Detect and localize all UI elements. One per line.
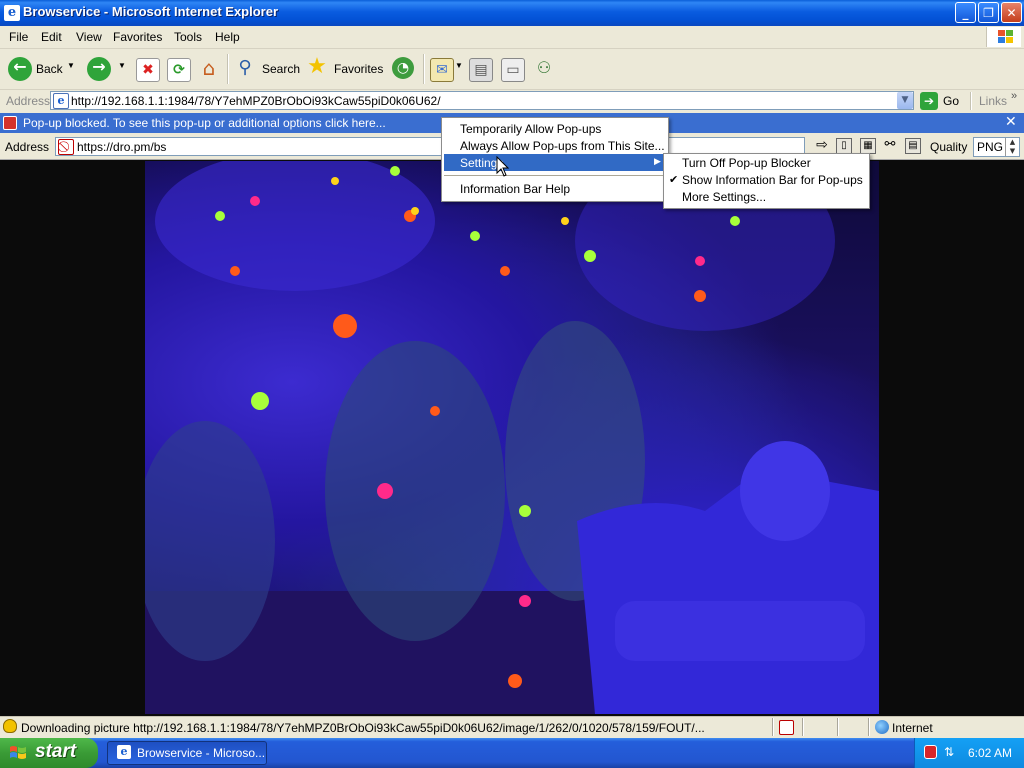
- security-zone-label: Internet: [892, 721, 933, 735]
- popup-blocker-menu: Temporarily Allow Pop-ups Always Allow P…: [441, 117, 669, 202]
- toolbar-separator: [970, 92, 972, 110]
- go-button[interactable]: Go: [943, 94, 959, 108]
- menu-separator: [444, 175, 665, 176]
- information-bar-close-icon[interactable]: ✕: [1005, 114, 1017, 130]
- start-button[interactable]: start: [0, 738, 98, 768]
- submenu-arrow-icon: ▶: [654, 157, 661, 167]
- menu-help[interactable]: Help: [215, 30, 240, 44]
- links-button[interactable]: Links: [979, 94, 1007, 108]
- minimize-button[interactable]: _: [955, 2, 976, 23]
- status-text: Downloading picture http://192.168.1.1:1…: [21, 721, 705, 735]
- menu-tools[interactable]: Tools: [174, 30, 202, 44]
- settings-submenu: Turn Off Pop-up Blocker ✔ Show Informati…: [663, 153, 870, 209]
- address-label: Address: [6, 94, 51, 108]
- back-dropdown-icon[interactable]: ▼: [67, 61, 75, 70]
- messenger-icon[interactable]: ⚇: [533, 57, 555, 79]
- search-icon[interactable]: ⚲: [234, 57, 256, 79]
- status-divider: [837, 718, 839, 736]
- bookmark-icon[interactable]: ▯: [836, 138, 852, 154]
- start-label[interactable]: start: [35, 741, 76, 763]
- security-warning-icon: [3, 719, 17, 733]
- status-divider: [772, 718, 774, 736]
- back-arrow-icon[interactable]: ←: [8, 57, 32, 81]
- window-title: Browservice - Microsoft Internet Explore…: [23, 4, 279, 19]
- network-icon[interactable]: ⇅: [944, 745, 954, 759]
- toolbar-separator: [423, 54, 425, 84]
- inner-address-url[interactable]: https://dro.pm/bs: [77, 140, 166, 154]
- stop-icon[interactable]: ✖: [136, 58, 160, 82]
- menu-show-information-bar[interactable]: Show Information Bar for Pop-ups: [682, 173, 863, 187]
- information-bar-text[interactable]: Pop-up blocked. To see this pop-up or ad…: [23, 116, 386, 130]
- media-icon[interactable]: ◔: [392, 57, 414, 79]
- blacklight-room-image[interactable]: [145, 161, 879, 714]
- menu-temporarily-allow[interactable]: Temporarily Allow Pop-ups: [460, 122, 601, 136]
- internet-zone-globe-icon: [875, 720, 889, 734]
- favorites-button-label[interactable]: Favorites: [334, 62, 383, 76]
- print-icon[interactable]: ▤: [469, 58, 493, 82]
- toolbar-separator: [227, 54, 229, 84]
- mail-icon[interactable]: ✉: [430, 58, 454, 82]
- go-arrow-icon[interactable]: ➔: [920, 92, 938, 110]
- ie-icon: e: [4, 5, 20, 21]
- popup-blocked-status-icon[interactable]: [779, 720, 794, 735]
- windows-flag-icon: [9, 745, 27, 761]
- home-icon[interactable]: ⌂: [198, 57, 220, 79]
- favorites-star-icon[interactable]: ★: [306, 56, 328, 78]
- forward-dropdown-icon[interactable]: ▼: [118, 61, 126, 70]
- status-divider: [868, 718, 870, 736]
- maximize-button[interactable]: ❐: [978, 2, 999, 23]
- standard-toolbar: ← Back ▼ → ▼ ✖ ⟳ ⌂ ⚲ Search ★ Favorites …: [0, 49, 1024, 90]
- quality-value[interactable]: PNG: [977, 140, 1003, 154]
- windows-logo: [986, 27, 1021, 47]
- page-icon: e: [53, 93, 69, 109]
- menu-information-bar-help[interactable]: Information Bar Help: [460, 182, 570, 196]
- menu-more-settings[interactable]: More Settings...: [682, 190, 766, 204]
- inner-address-label: Address: [5, 140, 50, 154]
- quality-spinner-icon[interactable]: ▲ ▼: [1005, 138, 1019, 156]
- menu-bar: File Edit View Favorites Tools Help: [0, 26, 1024, 49]
- close-button[interactable]: ✕: [1001, 2, 1022, 23]
- photo-decor: [145, 161, 879, 714]
- clock[interactable]: 6:02 AM: [968, 746, 1012, 760]
- menu-view[interactable]: View: [76, 30, 102, 44]
- menu-always-allow[interactable]: Always Allow Pop-ups from This Site...: [460, 139, 665, 153]
- go-arrow-icon[interactable]: ⇨: [812, 138, 832, 154]
- find-icon[interactable]: ⚯: [882, 138, 898, 154]
- menu-file[interactable]: File: [9, 30, 28, 44]
- address-url[interactable]: http://192.168.1.1:1984/78/Y7ehMPZ0BrObO…: [71, 94, 441, 108]
- insecure-lock-icon: ⃠: [58, 139, 74, 155]
- refresh-icon[interactable]: ⟳: [167, 58, 191, 82]
- forward-arrow-icon[interactable]: →: [87, 57, 111, 81]
- mail-dropdown-icon[interactable]: ▼: [455, 61, 463, 70]
- menu-favorites[interactable]: Favorites: [113, 30, 162, 44]
- menu-edit[interactable]: Edit: [41, 30, 62, 44]
- clipboard-icon[interactable]: ▤: [905, 138, 921, 154]
- checkmark-icon: ✔: [669, 173, 679, 186]
- quality-label: Quality: [930, 140, 968, 154]
- search-button-label[interactable]: Search: [262, 62, 300, 76]
- status-divider: [802, 718, 804, 736]
- popup-blocked-icon: [3, 116, 17, 130]
- edit-icon[interactable]: ▭: [501, 58, 525, 82]
- menu-turn-off-popup-blocker[interactable]: Turn Off Pop-up Blocker: [682, 156, 811, 170]
- taskbar-window-label[interactable]: Browservice - Microso...: [137, 746, 265, 760]
- address-dropdown-icon[interactable]: ▼: [897, 92, 913, 109]
- back-button-label[interactable]: Back: [36, 62, 63, 76]
- ie-taskbar-icon: e: [117, 745, 131, 759]
- mouse-cursor-icon: [496, 156, 510, 177]
- security-shield-icon[interactable]: [924, 745, 937, 759]
- save-icon[interactable]: ▦: [860, 138, 876, 154]
- links-chevron-icon[interactable]: »: [1011, 90, 1017, 102]
